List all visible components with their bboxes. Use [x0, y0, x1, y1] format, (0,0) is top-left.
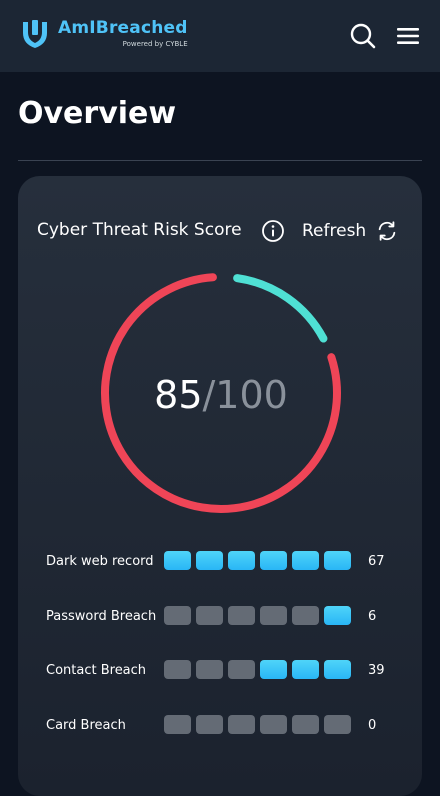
- metric-bar-empty: [324, 714, 351, 734]
- metric-label: Dark web record: [46, 554, 154, 569]
- metric-bar-empty: [164, 605, 191, 625]
- menu-button[interactable]: [394, 22, 422, 50]
- metric-row-dark-web[interactable]: Dark web record 67: [46, 551, 406, 606]
- metric-count: 67: [368, 554, 385, 569]
- metric-bar-filled: [324, 660, 351, 679]
- metric-bar-empty: [164, 660, 191, 679]
- info-icon: [262, 220, 284, 242]
- metric-bar-empty: [292, 714, 319, 734]
- metric-bar-empty: [228, 605, 255, 625]
- metric-bar-empty: [260, 714, 287, 734]
- metric-level-bars: [164, 714, 356, 734]
- metric-count: 0: [368, 717, 377, 733]
- metric-bar-filled: [164, 551, 191, 570]
- info-button[interactable]: [261, 219, 285, 243]
- score-max: /100: [202, 373, 288, 417]
- metric-level-bars: [164, 551, 356, 570]
- app-header: AmIBreached Powered by CYBLE: [0, 0, 440, 72]
- metric-bar-empty: [196, 660, 223, 679]
- metric-bar-filled: [292, 660, 319, 679]
- powered-by: Powered by CYBLE: [122, 40, 188, 48]
- metric-bar-empty: [196, 714, 223, 734]
- metric-row-password-breach[interactable]: Password Breach 6: [46, 605, 406, 661]
- metric-bar-empty: [292, 605, 319, 625]
- metric-row-contact-breach[interactable]: Contact Breach 39: [46, 660, 406, 715]
- refresh-label: Refresh: [302, 221, 367, 241]
- metric-bar-empty: [228, 660, 255, 679]
- search-button[interactable]: [349, 22, 377, 50]
- metric-bar-filled: [228, 551, 255, 570]
- page-title: Overview: [18, 96, 177, 131]
- risk-score: 85/100: [99, 373, 343, 417]
- metric-row-card-breach[interactable]: Card Breach 0: [46, 714, 406, 770]
- metric-level-bars: [164, 605, 356, 625]
- metric-label: Card Breach: [46, 717, 126, 733]
- gauge-safe-arc: [233, 274, 328, 343]
- title-divider: [18, 160, 422, 161]
- metric-bar-empty: [260, 605, 287, 625]
- metric-bar-empty: [196, 605, 223, 625]
- refresh-icon: [378, 221, 396, 241]
- shield-logo-icon: [23, 20, 47, 48]
- metric-bar-empty: [228, 714, 255, 734]
- metric-bar-filled: [260, 551, 287, 570]
- search-icon: [350, 23, 376, 49]
- refresh-button[interactable]: Refresh: [302, 217, 398, 245]
- score-value: 85: [154, 373, 203, 417]
- metric-bar-filled: [196, 551, 223, 570]
- metric-bar-filled: [324, 605, 351, 625]
- metric-level-bars: [164, 660, 356, 679]
- metric-count: 39: [368, 663, 385, 678]
- metric-bar-filled: [260, 660, 287, 679]
- metric-count: 6: [368, 608, 377, 624]
- metric-bar-filled: [292, 551, 319, 570]
- hamburger-menu-icon: [397, 28, 419, 44]
- metric-label: Password Breach: [46, 608, 157, 624]
- breach-metrics: Dark web record 67 Password Breach 6 Con…: [46, 551, 406, 769]
- brand-logo[interactable]: AmIBreached Powered by CYBLE: [20, 18, 188, 50]
- metric-bar-filled: [324, 551, 351, 570]
- brand-name: AmIBreached: [58, 18, 188, 38]
- metric-bar-empty: [164, 714, 191, 734]
- risk-score-card: Cyber Threat Risk Score Refresh 85/100 D…: [18, 176, 422, 796]
- metric-label: Contact Breach: [46, 663, 147, 678]
- card-title: Cyber Threat Risk Score: [37, 220, 242, 240]
